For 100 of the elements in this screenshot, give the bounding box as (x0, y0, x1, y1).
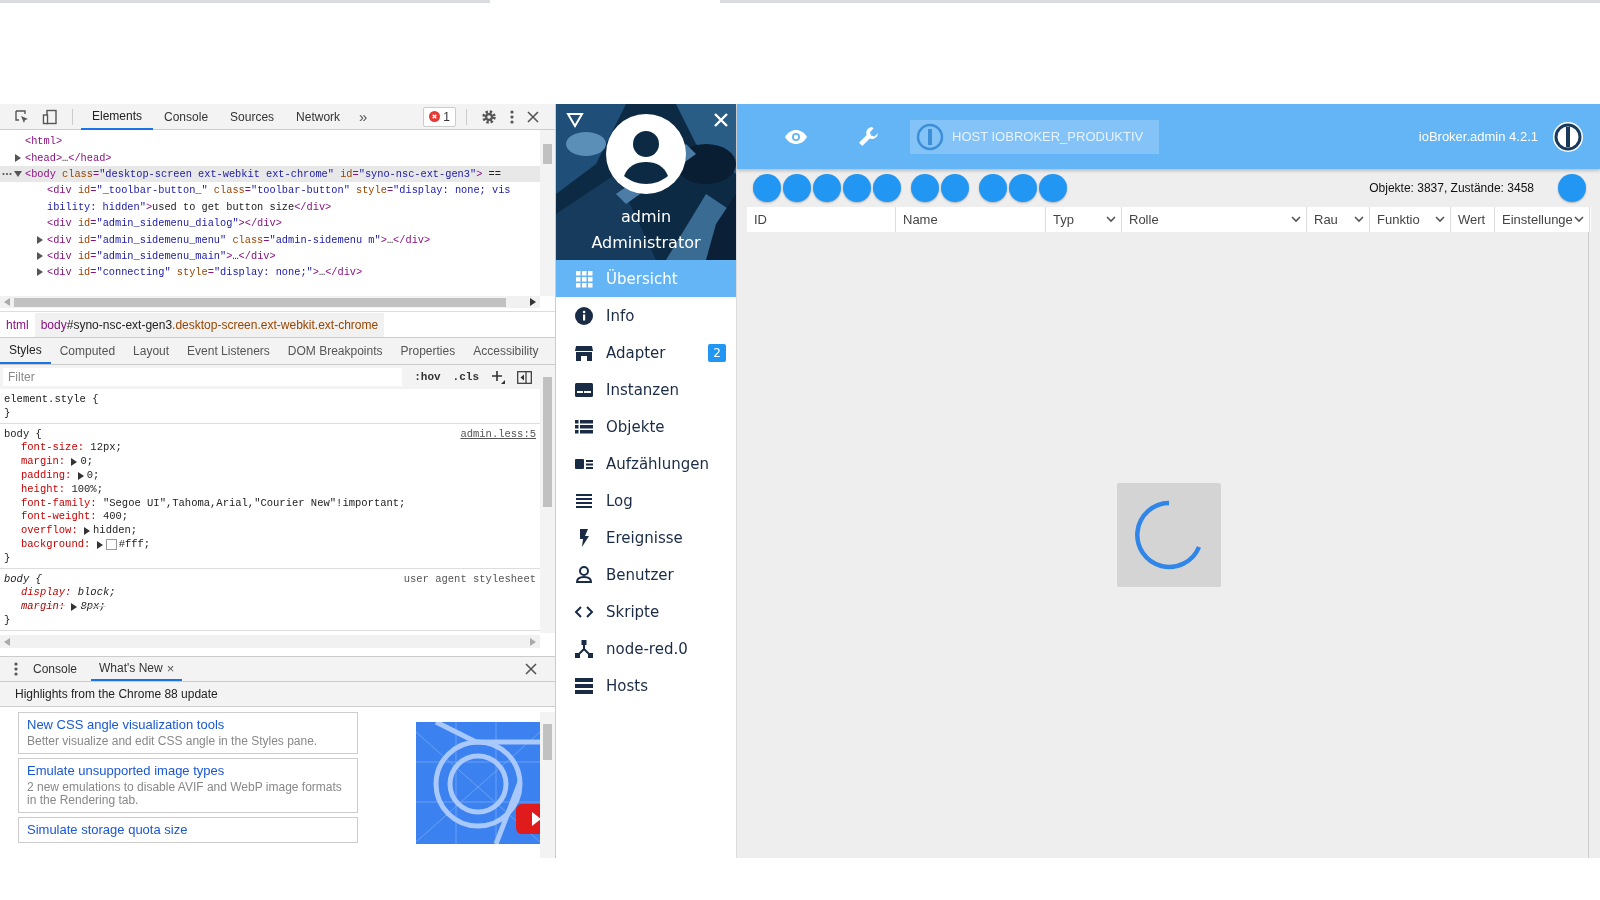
drawer-tab[interactable]: Console (33, 662, 78, 676)
circle-button[interactable] (911, 174, 939, 202)
html-code-line[interactable]: <div id="admin_sidemenu_dialog"></div> (47, 217, 282, 230)
scrollbar-thumb[interactable] (14, 297, 506, 307)
menu-item[interactable]: Info (556, 297, 736, 334)
menu-item[interactable]: Hosts (556, 667, 736, 704)
chevron-down-icon[interactable] (1291, 216, 1301, 223)
circle-button[interactable] (813, 174, 841, 202)
feature-card[interactable]: Emulate unsupported image types 2 new emulations to disable AVIF and WebP image formats in the Rendering tab. (18, 758, 358, 813)
html-code-line[interactable]: <html> (25, 135, 63, 148)
source-link[interactable]: admin.less:5 (460, 427, 536, 442)
column-header[interactable]: Einstellunge (1495, 207, 1590, 232)
html-code-line[interactable]: <head>…</head> (25, 151, 112, 164)
html-code-line[interactable]: <div id="admin_sidemenu_menu" class="admin-sidemenu m">…</div> (47, 233, 431, 246)
ellipsis-icon[interactable] (2, 171, 12, 176)
chevron-down-icon[interactable] (1106, 216, 1116, 223)
css-declaration[interactable]: overflow: hidden; (21, 524, 138, 538)
sidebar-toggle-icon[interactable] (517, 370, 532, 384)
circle-button[interactable] (783, 174, 811, 202)
breadcrumb[interactable]: html (0, 312, 35, 337)
expand-arrow-icon[interactable] (71, 603, 78, 612)
circle-button[interactable] (1009, 174, 1037, 202)
column-header[interactable]: Wert (1451, 207, 1495, 232)
html-code-line[interactable]: <div id="admin_sidemenu_main">…</div> (47, 249, 276, 262)
add-icon[interactable] (491, 370, 505, 384)
menu-item[interactable]: Instanzen (556, 371, 736, 408)
circle-button[interactable] (979, 174, 1007, 202)
column-header[interactable]: ID (747, 207, 896, 232)
hover-state-button[interactable]: :hov (414, 371, 441, 383)
devtools-tab[interactable]: Console (153, 103, 220, 130)
column-header[interactable]: Rau (1307, 207, 1370, 232)
menu-item[interactable]: Ereignisse (556, 519, 736, 556)
css-declaration[interactable]: height: 100%; (21, 482, 103, 497)
close-tab-button[interactable]: × (166, 660, 175, 676)
circle-button[interactable] (941, 174, 969, 202)
menu-item[interactable]: Log (556, 482, 736, 519)
collapse-arrow-icon[interactable] (14, 169, 22, 178)
column-header[interactable]: Funktio (1370, 207, 1451, 232)
menu-item[interactable]: Objekte (556, 408, 736, 445)
scrollbar[interactable] (540, 712, 555, 858)
devtools-tab[interactable]: Sources (219, 103, 286, 130)
iobroker-logo-icon[interactable] (1552, 120, 1584, 153)
class-button[interactable]: .cls (452, 371, 479, 383)
css-declaration[interactable]: padding: 0; (21, 469, 100, 483)
circle-button[interactable] (753, 174, 781, 202)
column-header[interactable]: Typ (1046, 207, 1122, 232)
pane-tab[interactable]: Computed (50, 338, 125, 364)
circle-button[interactable] (873, 174, 901, 202)
chevron-down-icon[interactable] (1435, 216, 1445, 223)
menu-item[interactable]: Benutzer (556, 556, 736, 593)
html-code-line[interactable]: <div id="_toolbar-button_" class="toolbar-button" style="display: none; vis (47, 184, 511, 197)
pane-tab[interactable]: Properties (391, 338, 465, 364)
css-declaration[interactable]: display: block; (21, 586, 116, 601)
css-declaration[interactable]: font-size: 12px; (21, 441, 122, 456)
pane-tab[interactable]: Layout (124, 338, 179, 364)
css-declaration[interactable]: background: #fff; (21, 537, 151, 552)
feature-title[interactable]: Simulate storage quota size (27, 822, 349, 837)
breadcrumb[interactable]: body#syno-nsc-ext-gen3.desktop-screen.ext-webkit.ext-chrome (34, 312, 385, 337)
pane-tab[interactable]: Accessibility (464, 338, 548, 364)
inspect-icon[interactable] (14, 108, 30, 125)
circle-button[interactable] (1558, 174, 1586, 202)
close-icon[interactable] (525, 663, 537, 675)
expand-arrow-icon[interactable] (14, 153, 22, 162)
css-declaration[interactable]: margin: 0; (21, 455, 94, 469)
menu-item[interactable]: Adapter 2 (556, 334, 736, 371)
devtools-tab[interactable]: Network (285, 103, 352, 130)
feature-title[interactable]: New CSS angle visualization tools (27, 717, 349, 732)
circle-button[interactable] (843, 174, 871, 202)
drawer-tab[interactable]: What's New (99, 661, 163, 675)
devtools-tab[interactable]: Elements (81, 103, 154, 130)
circle-button[interactable] (1039, 174, 1067, 202)
settings-icon[interactable] (481, 108, 497, 125)
feature-card[interactable]: New CSS angle visualization tools Better visualize and edit CSS angle in the Styles pane. (18, 712, 358, 754)
column-header[interactable]: Name (896, 207, 1046, 232)
more-tabs-button[interactable]: » (351, 108, 376, 125)
menu-item[interactable]: Aufzählungen (556, 445, 736, 482)
dropdown-triangle-icon[interactable] (566, 112, 584, 128)
feature-card[interactable]: Simulate storage quota size (18, 817, 358, 843)
html-code-line[interactable]: ibility: hidden">used to get button size</div> (47, 200, 332, 213)
css-declaration[interactable]: font-weight: 400; (21, 510, 129, 525)
menu-item[interactable]: node-red.0 (556, 630, 736, 667)
scroll-right-icon[interactable] (530, 298, 536, 306)
filter-field[interactable]: Filter (3, 368, 403, 386)
pane-tab[interactable]: Event Listeners (178, 338, 279, 364)
css-declaration[interactable]: font-family: "Segoe UI",Tahoma,Arial,"Courier New"!important; (21, 496, 406, 511)
scrollbar[interactable] (540, 365, 555, 633)
chevron-down-icon[interactable] (1354, 216, 1364, 223)
kebab-menu-icon[interactable] (13, 661, 19, 677)
close-icon[interactable] (527, 110, 539, 123)
error-count-button[interactable]: 1 (423, 106, 456, 127)
kebab-menu-icon[interactable] (509, 108, 515, 125)
column-label: Typ (1053, 212, 1074, 227)
menu-item[interactable]: Skripte (556, 593, 736, 630)
device-toolbar-icon[interactable] (42, 108, 58, 125)
chevron-down-icon[interactable] (1574, 216, 1584, 223)
feature-title[interactable]: Emulate unsupported image types (27, 763, 349, 778)
pane-tab[interactable]: DOM Breakpoints (278, 338, 392, 364)
column-header[interactable]: Rolle (1122, 207, 1307, 232)
html-code-line[interactable]: <div id="connecting" style="display: none;">…</div> (47, 266, 363, 279)
scrollbar[interactable] (540, 130, 555, 296)
